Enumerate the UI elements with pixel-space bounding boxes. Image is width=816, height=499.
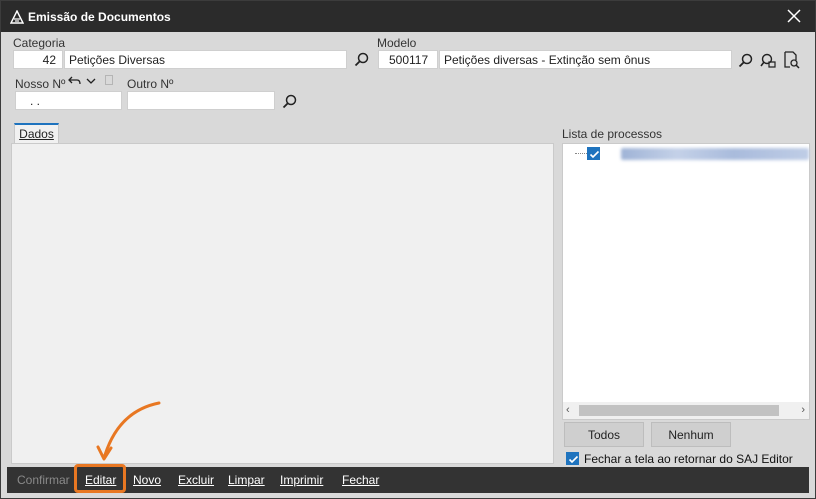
scroll-left-icon[interactable]: ‹ bbox=[566, 404, 570, 416]
nosso-numero-label: Nosso Nº bbox=[15, 77, 66, 91]
document-disabled-icon bbox=[105, 75, 113, 85]
document-emission-window: Emissão de Documentos Categoria 42 Petiç… bbox=[0, 0, 816, 499]
editar-highlight-box bbox=[74, 464, 126, 493]
outro-numero-field[interactable] bbox=[127, 91, 275, 110]
search-document-icon[interactable] bbox=[759, 51, 777, 69]
todos-button[interactable]: Todos bbox=[564, 422, 644, 447]
processos-horizontal-scrollbar[interactable]: ‹ › bbox=[563, 402, 809, 419]
window-title: Emissão de Documentos bbox=[28, 10, 171, 24]
outro-search-icon[interactable] bbox=[281, 93, 299, 111]
modelo-label: Modelo bbox=[377, 36, 417, 50]
processo-checkbox[interactable] bbox=[587, 147, 600, 160]
imprimir-button[interactable]: Imprimir bbox=[280, 473, 323, 487]
categoria-code-field[interactable]: 42 bbox=[13, 50, 63, 69]
document-preview-icon[interactable] bbox=[782, 51, 800, 69]
confirmar-button: Confirmar bbox=[17, 473, 70, 487]
lista-processos-label: Lista de processos bbox=[562, 127, 663, 141]
close-icon[interactable] bbox=[787, 9, 801, 23]
categoria-label: Categoria bbox=[13, 36, 66, 50]
title-bar: Emissão de Documentos bbox=[1, 1, 815, 32]
chevron-down-icon[interactable] bbox=[85, 75, 97, 87]
outro-numero-label: Outro Nº bbox=[127, 77, 174, 91]
categoria-search-icon[interactable] bbox=[353, 51, 371, 69]
modelo-search-icon[interactable] bbox=[737, 52, 755, 70]
fechar-tela-checkbox[interactable] bbox=[566, 452, 579, 465]
modelo-code-field[interactable]: 500117 bbox=[378, 50, 438, 69]
limpar-button[interactable]: Limpar bbox=[228, 473, 265, 487]
annotation-arrow-icon bbox=[96, 401, 161, 461]
fechar-tela-label: Fechar a tela ao retornar do SAJ Editor bbox=[584, 452, 793, 466]
undo-icon[interactable] bbox=[68, 74, 82, 88]
excluir-button[interactable]: Excluir bbox=[178, 473, 214, 487]
fechar-button[interactable]: Fechar bbox=[342, 473, 379, 487]
modelo-name-field[interactable]: Petições diversas - Extinção sem ônus bbox=[439, 50, 732, 69]
processos-list: ‹ › bbox=[562, 143, 810, 420]
scrollbar-thumb[interactable] bbox=[579, 405, 779, 416]
saj-logo-icon bbox=[10, 10, 24, 24]
nenhum-button[interactable]: Nenhum bbox=[651, 422, 731, 447]
tab-dados[interactable]: Dados bbox=[14, 123, 59, 143]
processo-item-blurred[interactable] bbox=[621, 148, 809, 160]
novo-button[interactable]: Novo bbox=[133, 473, 161, 487]
tree-connector bbox=[575, 153, 587, 154]
bottom-toolbar: Confirmar Editar Novo Excluir Limpar Imp… bbox=[7, 467, 809, 493]
categoria-name-field[interactable]: Petições Diversas bbox=[64, 50, 347, 69]
scroll-right-icon[interactable]: › bbox=[801, 404, 805, 416]
nosso-numero-field[interactable]: . . bbox=[15, 91, 122, 110]
